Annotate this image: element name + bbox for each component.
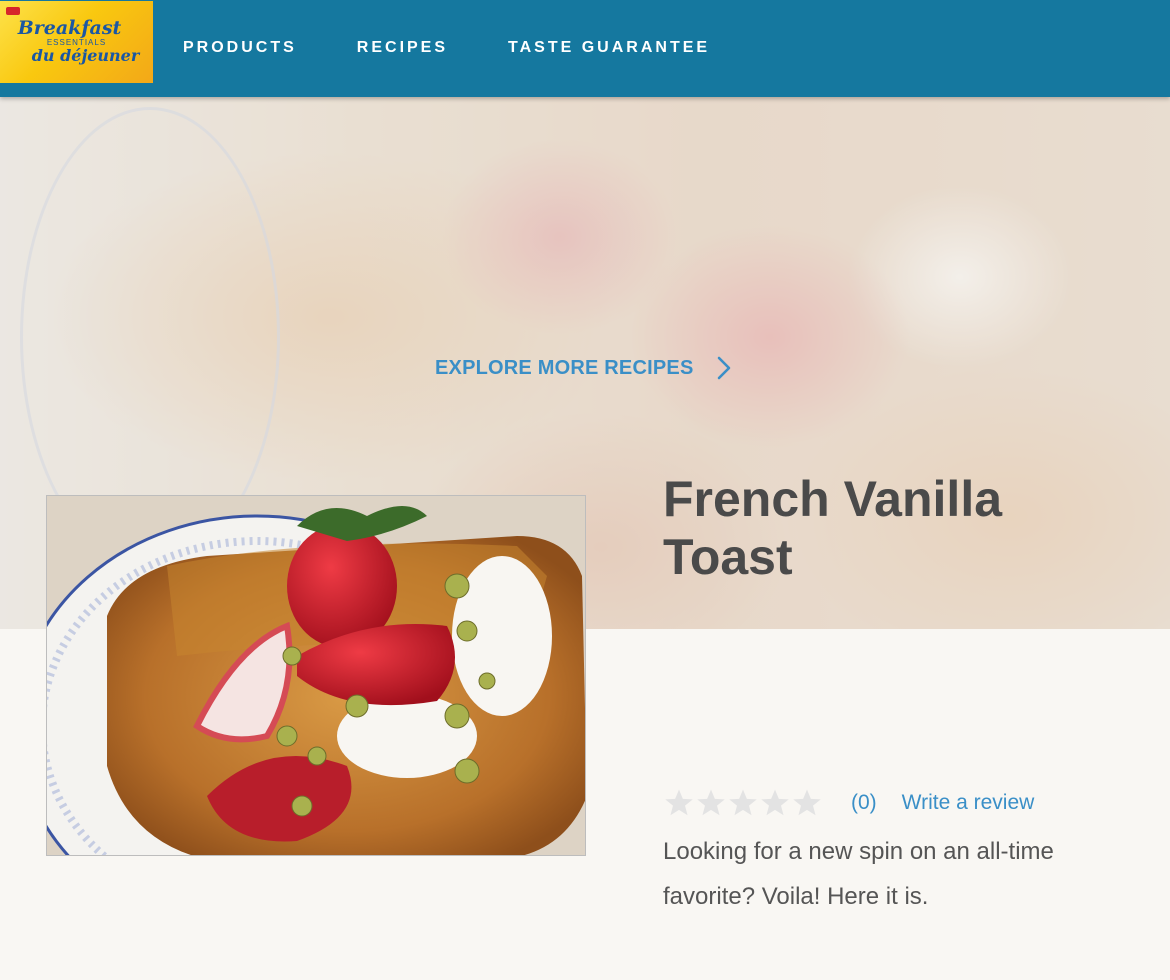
chevron-right-icon <box>717 356 730 380</box>
recipe-title: French Vanilla Toast <box>663 471 1003 585</box>
rating-stars[interactable] <box>663 787 823 819</box>
star-icon[interactable] <box>759 787 791 819</box>
explore-more-recipes-link[interactable]: EXPLORE MORE RECIPES <box>435 356 732 380</box>
star-icon[interactable] <box>791 787 823 819</box>
main-nav: PRODUCTS RECIPES TASTE GUARANTEE <box>183 39 770 57</box>
recipe-description: Looking for a new spin on an all-time fa… <box>663 838 1054 910</box>
recipe-rating: (0) Write a review <box>663 787 1034 819</box>
site-header: Breakfast ESSENTIALS du déjeuner PRODUCT… <box>0 0 1170 97</box>
star-icon[interactable] <box>727 787 759 819</box>
brand-logo[interactable]: Breakfast ESSENTIALS du déjeuner <box>0 0 153 83</box>
recipe-photo <box>46 495 586 856</box>
nav-item-recipes[interactable]: RECIPES <box>357 39 448 57</box>
write-review-link[interactable]: Write a review <box>902 791 1035 815</box>
star-icon[interactable] <box>695 787 727 819</box>
logo-text-line1: Breakfast <box>17 17 122 39</box>
star-icon[interactable] <box>663 787 695 819</box>
nav-item-taste-guarantee[interactable]: TASTE GUARANTEE <box>508 39 710 57</box>
french-toast-illustration <box>47 496 585 855</box>
logo-text-line3: du déjeuner <box>31 46 140 65</box>
review-count-link[interactable]: (0) <box>851 791 877 815</box>
nav-item-products[interactable]: PRODUCTS <box>183 39 297 57</box>
brand-badge-icon <box>6 6 20 15</box>
explore-more-recipes-label: EXPLORE MORE RECIPES <box>435 356 694 379</box>
